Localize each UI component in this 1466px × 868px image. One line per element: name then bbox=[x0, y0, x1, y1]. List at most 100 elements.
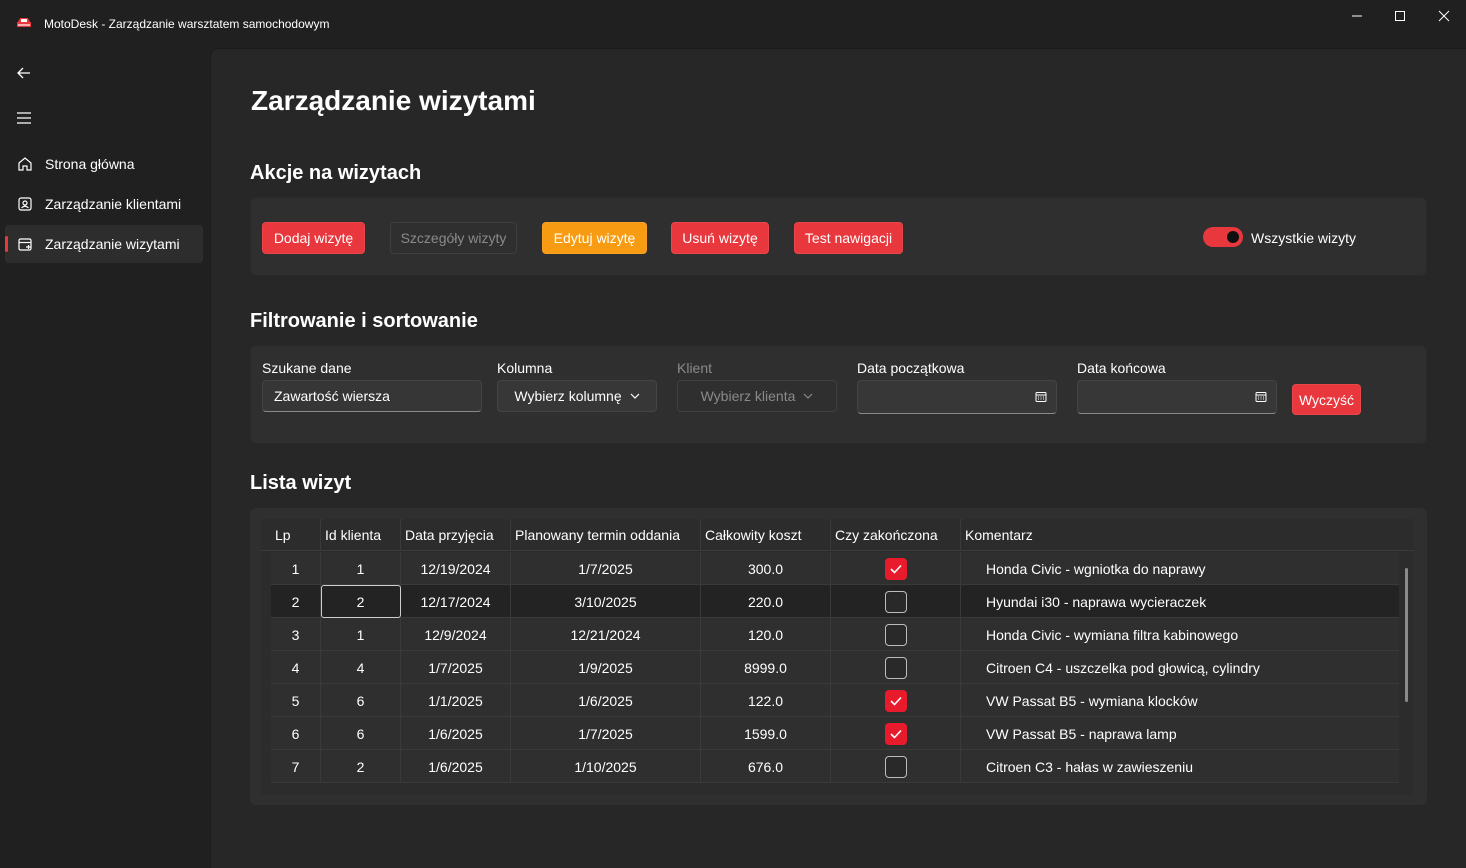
menu-toggle-button[interactable] bbox=[8, 103, 40, 133]
cell-received-date[interactable]: 1/6/2025 bbox=[401, 717, 511, 750]
cell-comment-text: Citroen C3 - hałas w zawieszeniu bbox=[986, 758, 1193, 775]
cell-comment[interactable]: VW Passat B5 - wymiana klocków bbox=[961, 684, 1399, 717]
table-row[interactable]: 4 4 1/7/2025 1/9/2025 8999.0 Citroen C4 - usz… bbox=[271, 651, 1399, 684]
cell-completed[interactable] bbox=[831, 684, 961, 717]
vertical-scrollbar[interactable] bbox=[1405, 568, 1408, 702]
cell-lp[interactable]: 7 bbox=[271, 750, 321, 783]
cell-completed[interactable] bbox=[831, 585, 961, 618]
cell-total-cost[interactable]: 300.0 bbox=[701, 552, 831, 585]
cell-due-date[interactable]: 3/10/2025 bbox=[511, 585, 701, 618]
cell-due-date[interactable]: 12/21/2024 bbox=[511, 618, 701, 651]
cell-received-date-text: 12/9/2024 bbox=[424, 626, 487, 643]
cell-lp[interactable]: 3 bbox=[271, 618, 321, 651]
column-header-due-date[interactable]: Planowany termin oddania bbox=[511, 519, 701, 551]
search-input[interactable]: Zawartość wiersza bbox=[262, 380, 482, 412]
column-header-lp[interactable]: Lp bbox=[261, 519, 321, 551]
cell-total-cost[interactable]: 220.0 bbox=[701, 585, 831, 618]
table-row[interactable]: 3 1 12/9/2024 12/21/2024 120.0 Honda Civic - … bbox=[271, 618, 1399, 651]
cell-completed[interactable] bbox=[831, 651, 961, 684]
cell-lp[interactable]: 6 bbox=[271, 717, 321, 750]
cell-client-id[interactable]: 2 bbox=[321, 750, 401, 783]
cell-client-id[interactable]: 4 bbox=[321, 651, 401, 684]
cell-completed[interactable] bbox=[831, 618, 961, 651]
column-combobox[interactable]: Wybierz kolumnę bbox=[497, 380, 657, 412]
cell-received-date[interactable]: 12/9/2024 bbox=[401, 618, 511, 651]
visits-datagrid[interactable]: Lp Id klienta Data przyjęcia Planowany t… bbox=[261, 519, 1414, 795]
minimize-button[interactable] bbox=[1335, 0, 1379, 32]
cell-due-date[interactable]: 1/7/2025 bbox=[511, 552, 701, 585]
cell-due-date[interactable]: 1/9/2025 bbox=[511, 651, 701, 684]
completed-checkbox[interactable] bbox=[884, 623, 907, 646]
table-row[interactable]: 7 2 1/6/2025 1/10/2025 676.0 Citroen C3 - hał… bbox=[271, 750, 1399, 783]
test-navigation-button[interactable]: Test nawigacji bbox=[794, 222, 903, 254]
cell-client-id[interactable]: 1 bbox=[321, 618, 401, 651]
cell-total-cost[interactable]: 8999.0 bbox=[701, 651, 831, 684]
cell-comment[interactable]: Citroen C4 - uszczelka pod głowicą, cyli… bbox=[961, 651, 1399, 684]
add-visit-button[interactable]: Dodaj wizytę bbox=[262, 222, 365, 254]
nav-item-visits[interactable]: Zarządzanie wizytami bbox=[5, 225, 203, 263]
all-visits-toggle[interactable] bbox=[1203, 227, 1243, 247]
column-header-completed[interactable]: Czy zakończona bbox=[831, 519, 961, 551]
back-button[interactable] bbox=[8, 58, 40, 88]
column-header-total-cost[interactable]: Całkowity koszt bbox=[701, 519, 831, 551]
client-combobox[interactable]: Wybierz klienta bbox=[677, 380, 837, 412]
completed-checkbox[interactable] bbox=[884, 689, 907, 712]
cell-lp[interactable]: 4 bbox=[271, 651, 321, 684]
cell-due-date[interactable]: 1/6/2025 bbox=[511, 684, 701, 717]
clear-filters-button[interactable]: Wyczyść bbox=[1292, 384, 1361, 415]
completed-checkbox[interactable] bbox=[884, 557, 907, 580]
cell-received-date[interactable]: 1/1/2025 bbox=[401, 684, 511, 717]
completed-checkbox[interactable] bbox=[884, 755, 907, 778]
cell-comment[interactable]: Citroen C3 - hałas w zawieszeniu bbox=[961, 750, 1399, 783]
nav-item-home[interactable]: Strona główna bbox=[5, 145, 203, 183]
column-header-comment[interactable]: Komentarz bbox=[961, 519, 1414, 551]
cell-client-id-text: 4 bbox=[356, 659, 365, 676]
cell-lp[interactable]: 5 bbox=[271, 684, 321, 717]
cell-received-date[interactable]: 12/19/2024 bbox=[401, 552, 511, 585]
cell-comment[interactable]: Honda Civic - wymiana filtra kabinowego bbox=[961, 618, 1399, 651]
cell-received-date[interactable]: 12/17/2024 bbox=[401, 585, 511, 618]
cell-total-cost[interactable]: 676.0 bbox=[701, 750, 831, 783]
window-title: MotoDesk - Zarządzanie warsztatem samoch… bbox=[44, 17, 330, 31]
cell-received-date[interactable]: 1/6/2025 bbox=[401, 750, 511, 783]
cell-completed[interactable] bbox=[831, 750, 961, 783]
cell-completed[interactable] bbox=[831, 717, 961, 750]
cell-due-date[interactable]: 1/7/2025 bbox=[511, 717, 701, 750]
cell-total-cost[interactable]: 122.0 bbox=[701, 684, 831, 717]
cell-client-id[interactable]: 6 bbox=[321, 684, 401, 717]
cell-comment[interactable]: Hyundai i30 - naprawa wycieraczek bbox=[961, 585, 1399, 618]
chevron-down-icon bbox=[803, 393, 813, 399]
start-date-picker[interactable] bbox=[857, 380, 1057, 414]
cell-comment-text: Honda Civic - wgniotka do naprawy bbox=[986, 560, 1206, 577]
table-row[interactable]: 1 1 12/19/2024 1/7/2025 300.0 Honda Civic - w… bbox=[271, 552, 1399, 585]
table-row[interactable]: 5 6 1/1/2025 1/6/2025 122.0 VW Passat B5 - wy… bbox=[271, 684, 1399, 717]
completed-checkbox[interactable] bbox=[884, 722, 907, 745]
cell-total-cost[interactable]: 120.0 bbox=[701, 618, 831, 651]
completed-checkbox[interactable] bbox=[884, 590, 907, 613]
cell-total-cost[interactable]: 1599.0 bbox=[701, 717, 831, 750]
completed-checkbox[interactable] bbox=[884, 656, 907, 679]
table-row[interactable]: 6 6 1/6/2025 1/7/2025 1599.0 VW Passat B5 - n… bbox=[271, 717, 1399, 750]
delete-visit-button[interactable]: Usuń wizytę bbox=[671, 222, 769, 254]
cell-lp[interactable]: 1 bbox=[271, 552, 321, 585]
visit-details-button[interactable]: Szczegóły wizyty bbox=[390, 222, 517, 254]
cell-received-date[interactable]: 1/7/2025 bbox=[401, 651, 511, 684]
cell-due-date[interactable]: 1/10/2025 bbox=[511, 750, 701, 783]
column-header-client-id[interactable]: Id klienta bbox=[321, 519, 401, 551]
cell-client-id[interactable]: 1 bbox=[321, 552, 401, 585]
column-header-received-date[interactable]: Data przyjęcia bbox=[401, 519, 511, 551]
cell-completed[interactable] bbox=[831, 552, 961, 585]
close-button[interactable] bbox=[1422, 0, 1466, 32]
cell-client-id[interactable]: 2 bbox=[321, 585, 401, 618]
maximize-button[interactable] bbox=[1378, 0, 1422, 32]
edit-visit-button[interactable]: Edytuj wizytę bbox=[542, 222, 647, 254]
cell-client-id[interactable]: 6 bbox=[321, 717, 401, 750]
end-date-picker[interactable] bbox=[1077, 380, 1277, 414]
cell-comment[interactable]: Honda Civic - wgniotka do naprawy bbox=[961, 552, 1399, 585]
nav-item-clients[interactable]: Zarządzanie klientami bbox=[5, 185, 203, 223]
cell-lp[interactable]: 2 bbox=[271, 585, 321, 618]
cell-total-cost-text: 122.0 bbox=[747, 692, 784, 709]
table-row[interactable]: 2 2 12/17/2024 3/10/2025 220.0 Hyundai i30 - … bbox=[271, 585, 1399, 618]
list-section-title: Lista wizyt bbox=[250, 472, 352, 494]
cell-comment[interactable]: VW Passat B5 - naprawa lamp bbox=[961, 717, 1399, 750]
